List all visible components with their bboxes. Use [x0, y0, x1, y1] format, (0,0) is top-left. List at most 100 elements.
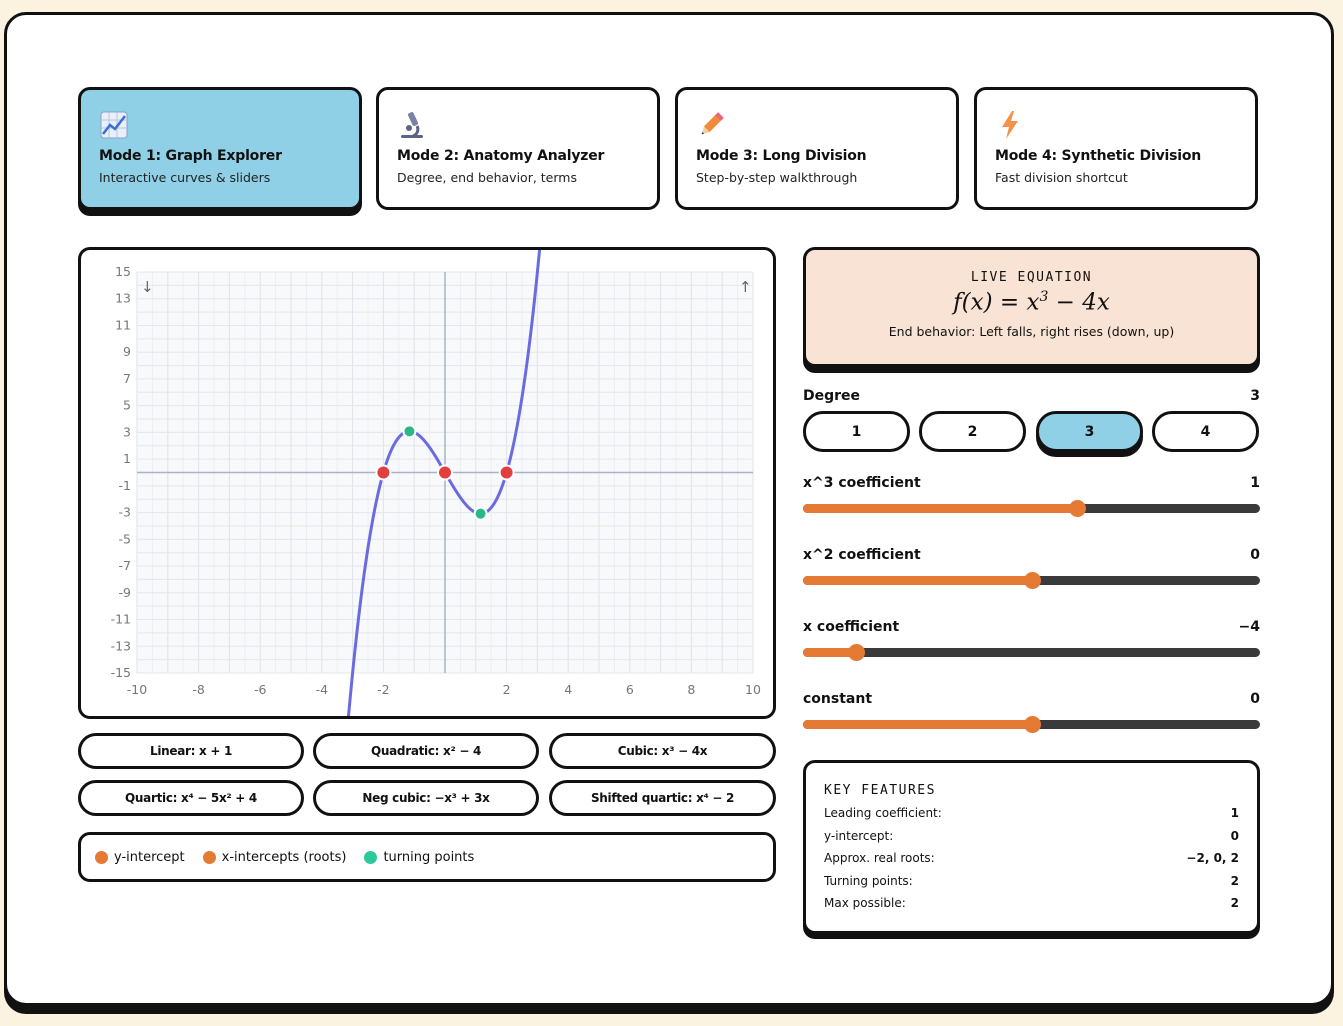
- x-tick-label: 2: [503, 682, 511, 697]
- y-tick-label: -7: [119, 558, 131, 573]
- y-tick-label: 11: [115, 317, 131, 332]
- degree-3-button[interactable]: 3: [1036, 411, 1143, 452]
- microscope-icon: [397, 110, 427, 140]
- x-tick-label: -10: [127, 682, 147, 697]
- right-end-arrow: ↑: [739, 278, 752, 296]
- feature-row: Turning points: 2: [824, 873, 1239, 888]
- preset-quadratic-button[interactable]: Quadratic: x² − 4: [313, 733, 539, 769]
- legend-item-x-intercepts: x-intercepts (roots): [202, 849, 347, 865]
- mode-title: Mode 3: Long Division: [696, 148, 867, 164]
- graph-legend: y-intercept x-intercepts (roots) turning…: [78, 832, 776, 882]
- mode-title: Mode 2: Anatomy Analyzer: [397, 148, 605, 164]
- y-tick-label: -1: [119, 478, 131, 493]
- y-tick-label: 9: [123, 344, 131, 359]
- lightning-icon: [995, 110, 1025, 140]
- mode-card-synthetic-division[interactable]: Mode 4: Synthetic Division Fast division…: [974, 87, 1258, 210]
- slider-value: −4: [1238, 619, 1260, 635]
- root-point: [437, 464, 453, 481]
- slider-label: x^3 coefficient: [803, 475, 921, 491]
- mode-subtitle: Fast division shortcut: [995, 170, 1128, 185]
- legend-dot: [95, 850, 108, 864]
- left-end-arrow: ↓: [141, 278, 154, 296]
- slider-value: 1: [1250, 475, 1260, 491]
- y-tick-label: -15: [111, 665, 131, 680]
- y-tick-label: -11: [111, 612, 131, 627]
- constant-slider[interactable]: [803, 715, 1260, 735]
- y-tick-label: 15: [115, 264, 131, 279]
- legend-dot: [202, 850, 216, 864]
- slider-label: constant: [803, 691, 873, 707]
- legend-item-turning-points: turning points: [364, 850, 474, 865]
- degree-1-button[interactable]: 1: [803, 411, 910, 452]
- slider-row-x3: x^3 coefficient 1: [803, 475, 1260, 491]
- x2-coefficient-slider[interactable]: [803, 571, 1260, 591]
- x-tick-label: 4: [564, 682, 572, 697]
- x3-coefficient-slider[interactable]: [803, 499, 1260, 519]
- slider-row-constant: constant 0: [803, 691, 1260, 707]
- legend-label: turning points: [383, 849, 475, 865]
- mode-title: Mode 4: Synthetic Division: [995, 148, 1202, 164]
- legend-dot: [364, 850, 378, 864]
- x-tick-label: -6: [254, 682, 267, 697]
- mode-card-graph-explorer[interactable]: Mode 1: Graph Explorer Interactive curve…: [78, 87, 362, 210]
- slider-thumb[interactable]: [1069, 500, 1087, 517]
- end-behavior-text: End behavior: Left falls, right rises (d…: [888, 323, 1175, 339]
- slider-thumb[interactable]: [1023, 716, 1041, 733]
- preset-neg-cubic-button[interactable]: Neg cubic: −x³ + 3x: [313, 780, 539, 816]
- y-tick-label: 7: [123, 371, 131, 386]
- legend-label: x-intercepts (roots): [221, 849, 347, 865]
- mode-title: Mode 1: Graph Explorer: [99, 148, 282, 164]
- degree-2-button[interactable]: 2: [919, 411, 1026, 452]
- feature-row: y-intercept: 0: [824, 828, 1239, 843]
- degree-row: Degree 3: [803, 388, 1260, 404]
- degree-label: Degree: [803, 388, 861, 404]
- x-coefficient-slider[interactable]: [803, 643, 1260, 663]
- mode-card-anatomy-analyzer[interactable]: Mode 2: Anatomy Analyzer Degree, end beh…: [376, 87, 660, 210]
- x-tick-label: 8: [687, 682, 695, 697]
- slider-row-x2: x^2 coefficient 0: [803, 547, 1260, 563]
- live-equation-panel: LIVE EQUATION f(x) = x3 − 4x End behavio…: [803, 247, 1260, 367]
- legend-label: y-intercept: [114, 849, 185, 865]
- preset-quartic-button[interactable]: Quartic: x⁴ − 5x² + 4: [78, 780, 304, 816]
- degree-value: 3: [1250, 388, 1260, 404]
- y-tick-label: -3: [119, 505, 131, 520]
- y-tick-label: -13: [111, 638, 131, 653]
- slider-label: x^2 coefficient: [803, 547, 921, 563]
- turning-point: [402, 424, 417, 439]
- x-tick-label: -4: [316, 682, 329, 697]
- y-tick-label: 3: [123, 424, 131, 439]
- x-tick-label: 6: [626, 682, 634, 697]
- y-tick-label: -9: [119, 585, 132, 600]
- key-features-label: KEY FEATURES: [824, 783, 936, 798]
- polynomial-graph[interactable]: -10 -8 -6 -4 -2 2 4 6 8 10 15 13 11 9 7 5 3 1 -1 -3 -5 -7 -9 -1…: [81, 250, 773, 716]
- mode-card-long-division[interactable]: Mode 3: Long Division Step-by-step walkt…: [675, 87, 959, 210]
- degree-4-button[interactable]: 4: [1152, 411, 1259, 452]
- graph-panel[interactable]: -10 -8 -6 -4 -2 2 4 6 8 10 15 13 11 9 7 5 3 1 -1 -3 -5 -7 -9 -1…: [78, 247, 776, 719]
- y-tick-label: 5: [123, 398, 131, 413]
- feature-row: Leading coefficient: 1: [824, 806, 1239, 821]
- slider-value: 0: [1250, 547, 1260, 563]
- live-equation-label: LIVE EQUATION: [970, 270, 1093, 285]
- preset-shifted-quartic-button[interactable]: Shifted quartic: x⁴ − 2: [549, 780, 776, 816]
- mode-subtitle: Step-by-step walkthrough: [696, 170, 858, 185]
- root-point: [375, 464, 392, 481]
- x-tick-label: -8: [192, 682, 205, 697]
- pencil-icon: [696, 110, 726, 140]
- preset-linear-button[interactable]: Linear: x + 1: [78, 733, 304, 769]
- slider-thumb[interactable]: [1023, 572, 1041, 589]
- mode-subtitle: Interactive curves & sliders: [99, 170, 271, 185]
- slider-row-x: x coefficient −4: [803, 619, 1260, 635]
- y-tick-label: -5: [119, 531, 131, 546]
- slider-thumb[interactable]: [847, 644, 865, 661]
- root-point: [498, 464, 515, 481]
- x-tick-label: 10: [745, 682, 761, 697]
- key-features-panel: KEY FEATURES Leading coefficient: 1 y-int…: [803, 760, 1260, 934]
- turning-point: [473, 506, 488, 521]
- y-tick-label: 13: [115, 291, 131, 306]
- mode-subtitle: Degree, end behavior, terms: [397, 170, 577, 185]
- preset-cubic-button[interactable]: Cubic: x³ − 4x: [549, 733, 776, 769]
- slider-label: x coefficient: [803, 619, 900, 635]
- feature-row: Approx. real roots: −2, 0, 2: [824, 851, 1239, 866]
- equation-text: f(x) = x3 − 4x: [953, 289, 1110, 316]
- legend-item-y-intercept: y-intercept: [95, 850, 185, 865]
